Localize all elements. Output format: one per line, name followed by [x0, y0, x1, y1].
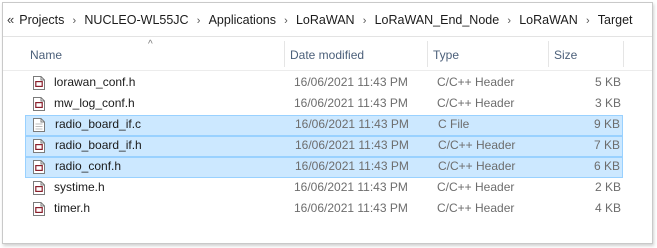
breadcrumb-overflow-button[interactable]: « — [7, 12, 14, 27]
file-row[interactable]: radio_board_if.h 16/06/2021 11:43 PM C/C++… — [25, 136, 623, 157]
breadcrumb-item[interactable]: Projects — [18, 13, 65, 27]
file-type: C File — [438, 117, 470, 131]
file-type: C/C++ Header — [438, 159, 516, 173]
file-date-modified: 16/06/2021 11:43 PM — [294, 201, 408, 215]
column-header-date-modified[interactable]: Date modified — [285, 37, 427, 70]
file-size: 4 KB — [594, 201, 621, 215]
column-header-name[interactable]: Name — [25, 37, 284, 70]
file-type: C/C++ Header — [437, 96, 515, 110]
breadcrumb: Projects › NUCLEO-WL55JC › Applications › LoRa… — [18, 13, 633, 27]
file-explorer-window: « Projects › NUCLEO-WL55JC › Applications › Lo… — [2, 2, 653, 244]
file-name: systime.h — [54, 180, 105, 194]
file-size: 6 KB — [593, 159, 620, 173]
c-file-icon — [33, 118, 45, 132]
file-date-modified: 16/06/2021 11:43 PM — [294, 96, 408, 110]
c-header-file-icon — [33, 97, 45, 111]
file-name: radio_board_if.c — [55, 117, 142, 131]
file-size: 2 KB — [594, 180, 621, 194]
file-size: 7 KB — [593, 138, 620, 152]
breadcrumb-item[interactable]: LoRaWAN_End_Node — [374, 13, 501, 27]
file-row[interactable]: mw_log_conf.h 16/06/2021 11:43 PM C/C++ He… — [25, 94, 623, 115]
chevron-right-icon[interactable]: › — [277, 15, 295, 27]
c-header-file-icon — [33, 76, 45, 90]
file-date-modified: 16/06/2021 11:43 PM — [295, 117, 409, 131]
chevron-right-icon[interactable]: › — [579, 15, 597, 27]
c-header-file-icon — [33, 202, 45, 216]
file-name: lorawan_conf.h — [54, 75, 136, 89]
file-row[interactable]: radio_board_if.c 16/06/2021 11:43 PM C Fil… — [25, 115, 623, 136]
file-row[interactable]: lorawan_conf.h 16/06/2021 11:43 PM C/C++ H… — [25, 73, 623, 94]
column-divider[interactable] — [623, 41, 624, 67]
file-name: timer.h — [54, 201, 91, 215]
file-type: C/C++ Header — [438, 138, 516, 152]
file-name: mw_log_conf.h — [54, 96, 135, 110]
column-header-size[interactable]: Size — [549, 37, 619, 70]
file-list: lorawan_conf.h 16/06/2021 11:43 PM C/C++ H… — [25, 73, 623, 220]
breadcrumb-item[interactable]: Target — [597, 13, 634, 27]
file-row[interactable]: timer.h 16/06/2021 11:43 PM C/C++ Header 4 … — [25, 199, 623, 220]
file-type: C/C++ Header — [437, 180, 515, 194]
file-type: C/C++ Header — [437, 75, 515, 89]
file-size: 5 KB — [594, 75, 621, 89]
c-header-file-icon — [33, 139, 45, 153]
column-header: ^ Name Date modified Type Size — [3, 37, 652, 71]
chevron-right-icon[interactable]: › — [65, 15, 83, 27]
c-header-file-icon — [33, 160, 45, 174]
chevron-right-icon[interactable]: › — [356, 15, 374, 27]
file-type: C/C++ Header — [437, 201, 515, 215]
breadcrumb-item[interactable]: Applications — [208, 13, 277, 27]
breadcrumb-item[interactable]: LoRaWAN — [518, 13, 579, 27]
c-header-file-icon — [33, 181, 45, 195]
file-date-modified: 16/06/2021 11:43 PM — [294, 75, 408, 89]
column-header-type[interactable]: Type — [428, 37, 548, 70]
file-date-modified: 16/06/2021 11:43 PM — [294, 180, 408, 194]
file-date-modified: 16/06/2021 11:43 PM — [295, 138, 409, 152]
file-size: 9 KB — [593, 117, 620, 131]
file-row[interactable]: systime.h 16/06/2021 11:43 PM C/C++ Header… — [25, 178, 623, 199]
file-name: radio_conf.h — [55, 159, 122, 173]
address-bar[interactable]: « Projects › NUCLEO-WL55JC › Applications › Lo… — [3, 3, 652, 37]
file-size: 3 KB — [594, 96, 621, 110]
file-date-modified: 16/06/2021 11:43 PM — [295, 159, 409, 173]
chevron-right-icon[interactable]: › — [190, 15, 208, 27]
file-name: radio_board_if.h — [55, 138, 142, 152]
chevron-right-icon[interactable]: › — [500, 15, 518, 27]
breadcrumb-item[interactable]: NUCLEO-WL55JC — [83, 13, 189, 27]
breadcrumb-item[interactable]: LoRaWAN — [295, 13, 356, 27]
file-row[interactable]: radio_conf.h 16/06/2021 11:43 PM C/C++ Hea… — [25, 157, 623, 178]
